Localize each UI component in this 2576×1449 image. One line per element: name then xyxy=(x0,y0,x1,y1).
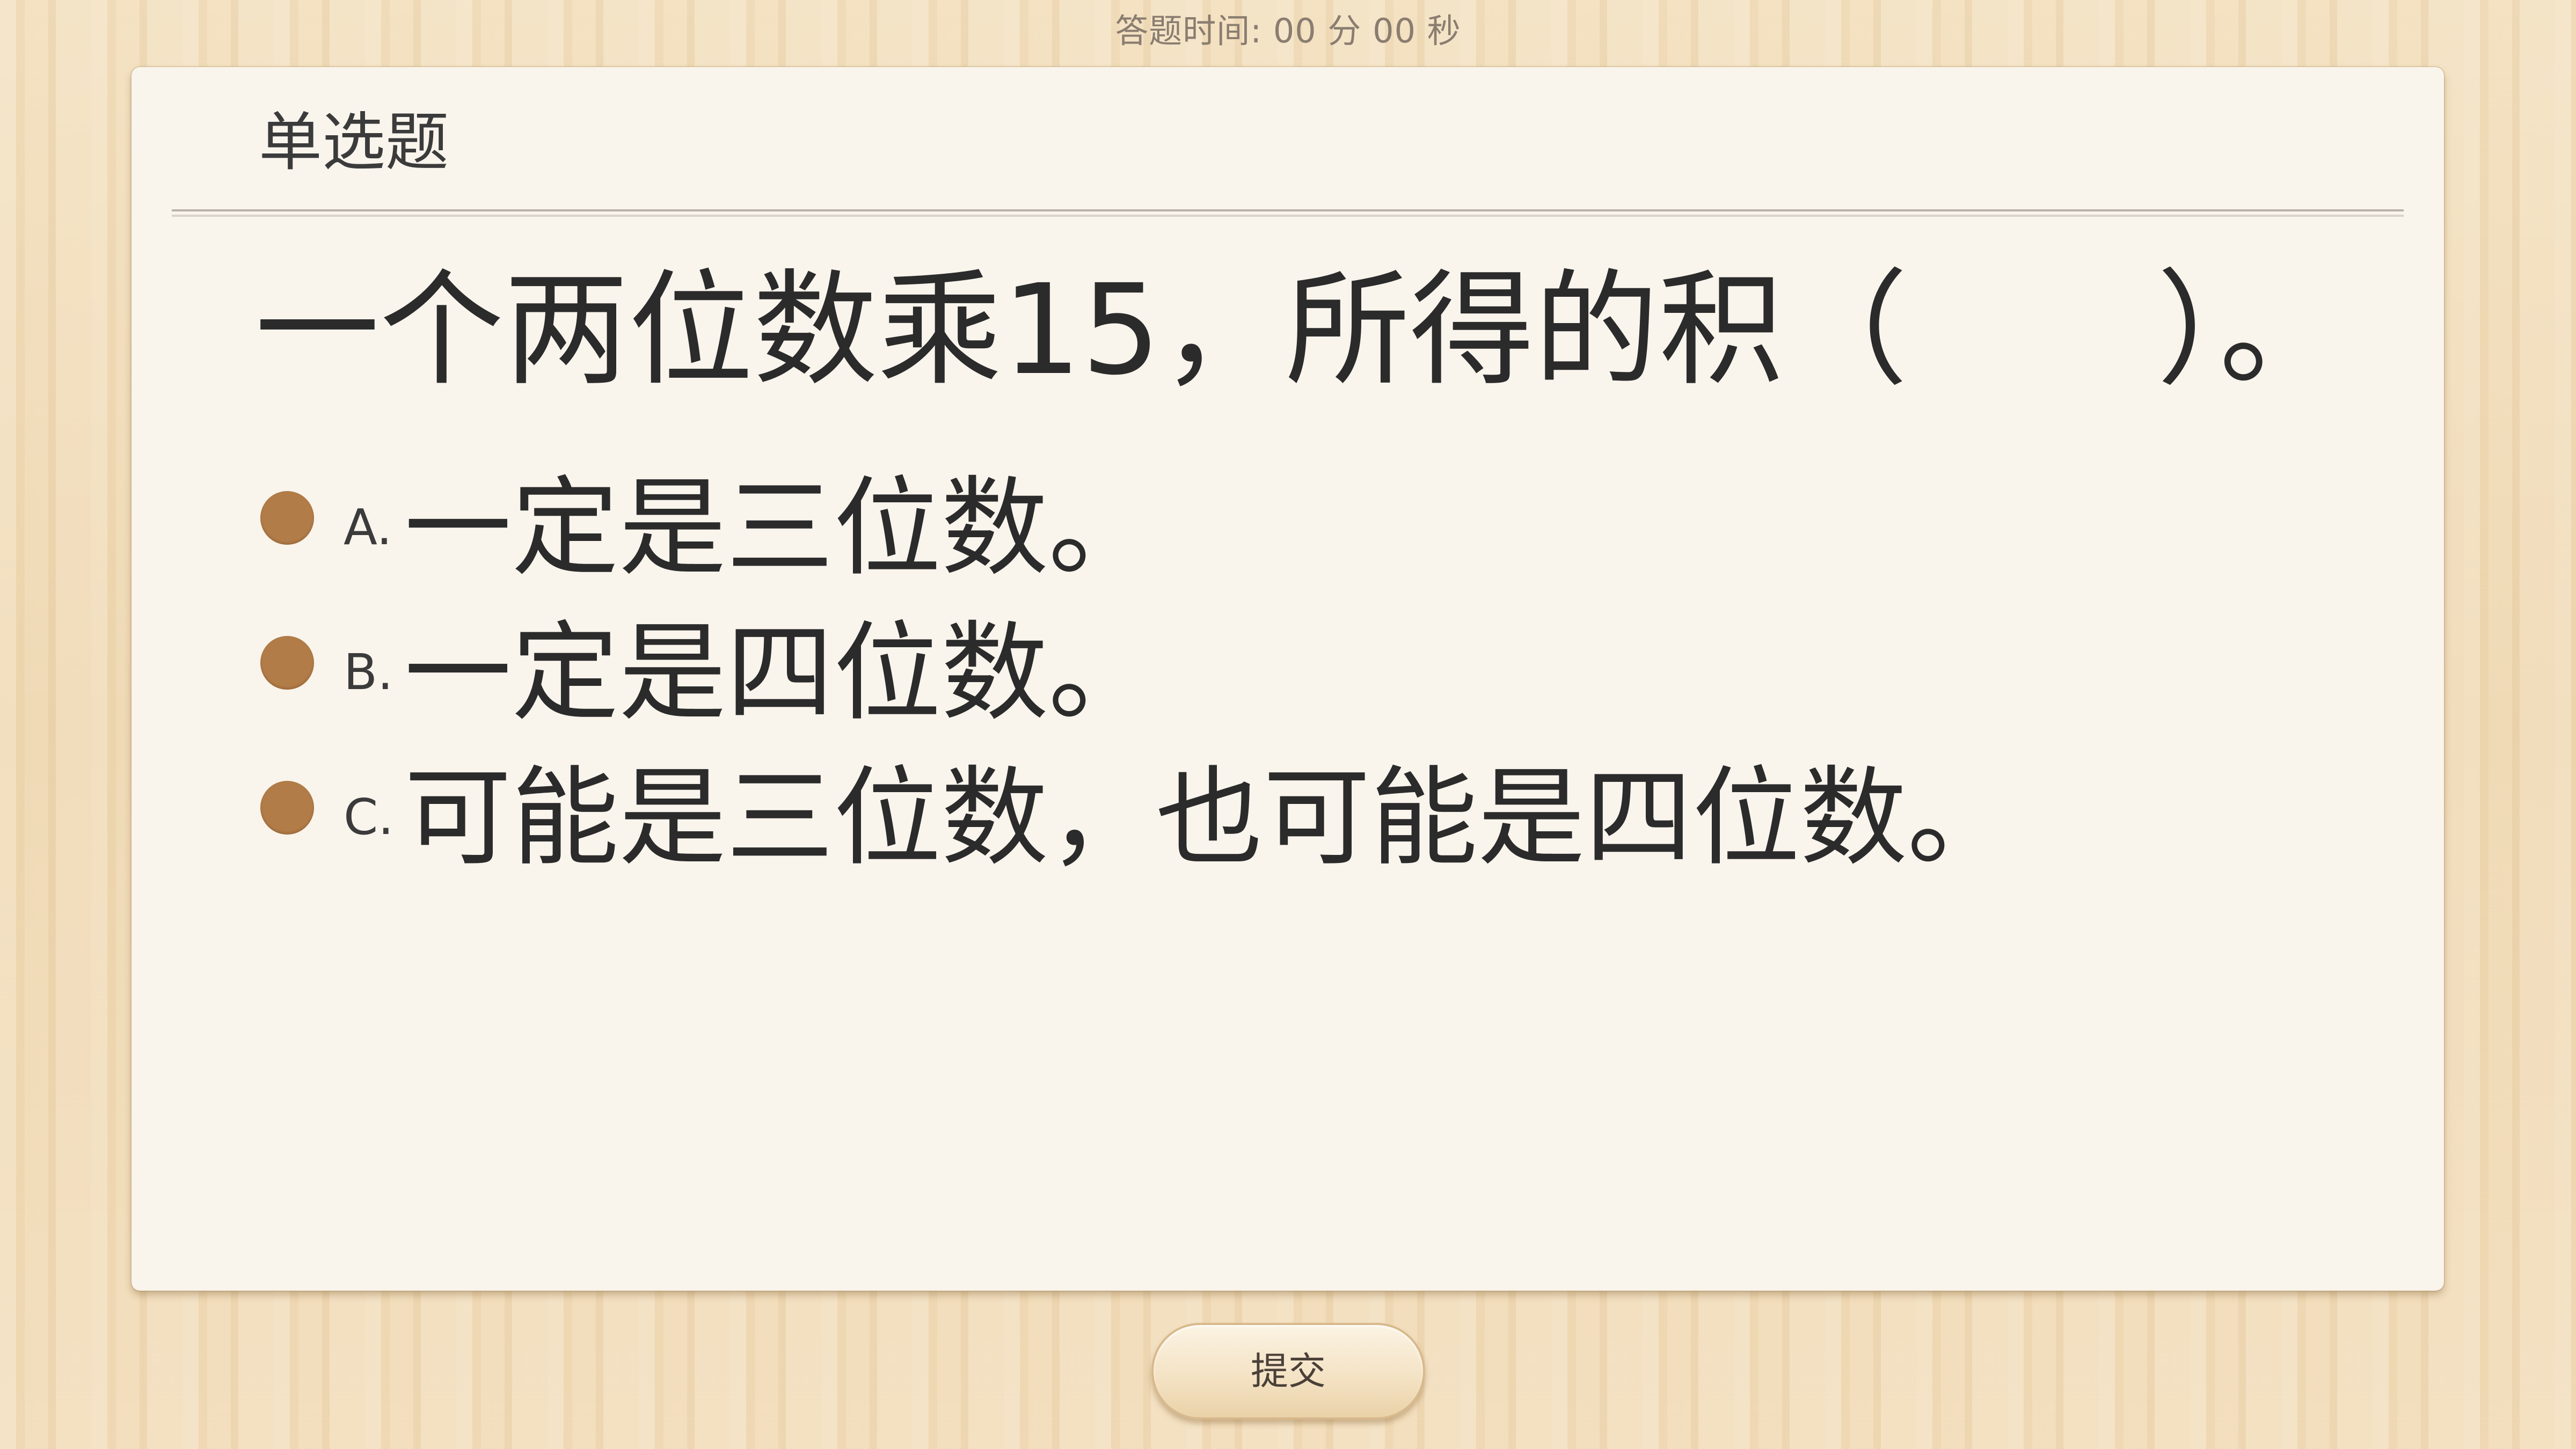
option-letter: C. xyxy=(344,788,394,846)
option-text: 一定是四位数。 xyxy=(404,611,1156,736)
radio-button-b[interactable] xyxy=(260,636,314,690)
question-stem: 一个两位数乘15，所得的积（ ）。 xyxy=(255,258,2344,402)
option-letter: B. xyxy=(344,643,393,701)
radio-button-c[interactable] xyxy=(260,781,314,835)
option-text: 一定是三位数。 xyxy=(404,466,1156,591)
header-divider xyxy=(172,209,2404,217)
answer-timer: 答题时间: 00 分 00 秒 xyxy=(1115,11,1461,50)
submit-button[interactable]: 提交 xyxy=(1151,1323,1425,1419)
radio-button-a[interactable] xyxy=(260,491,314,545)
question-card: 单选题 一个两位数乘15，所得的积（ ）。 A. 一定是三位数。 B. 一定是四… xyxy=(132,67,2444,1291)
option-letter: A. xyxy=(344,499,392,556)
option-text: 可能是三位数，也可能是四位数。 xyxy=(404,756,2015,881)
question-type-label: 单选题 xyxy=(259,105,449,179)
